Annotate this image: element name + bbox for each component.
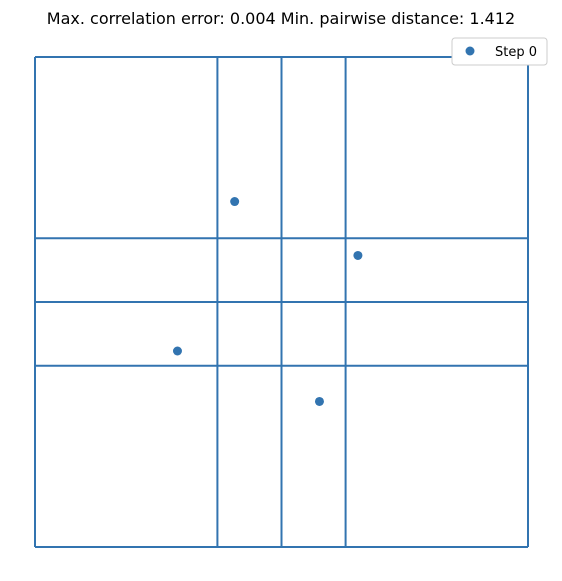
data-point-3 bbox=[314, 396, 324, 406]
data-point-1 bbox=[353, 250, 363, 260]
legend-label-step-0: Step 0 bbox=[495, 45, 537, 60]
legend: Step 0 bbox=[451, 37, 548, 66]
region-boundary-lines bbox=[34, 56, 529, 548]
chart-figure: Max. correlation error: 0.004 Min. pairw… bbox=[34, 9, 548, 548]
data-point-2 bbox=[172, 346, 182, 356]
legend-marker-step-0 bbox=[465, 46, 475, 56]
data-point-0 bbox=[230, 197, 240, 207]
chart-title: Max. correlation error: 0.004 Min. pairw… bbox=[47, 9, 515, 28]
